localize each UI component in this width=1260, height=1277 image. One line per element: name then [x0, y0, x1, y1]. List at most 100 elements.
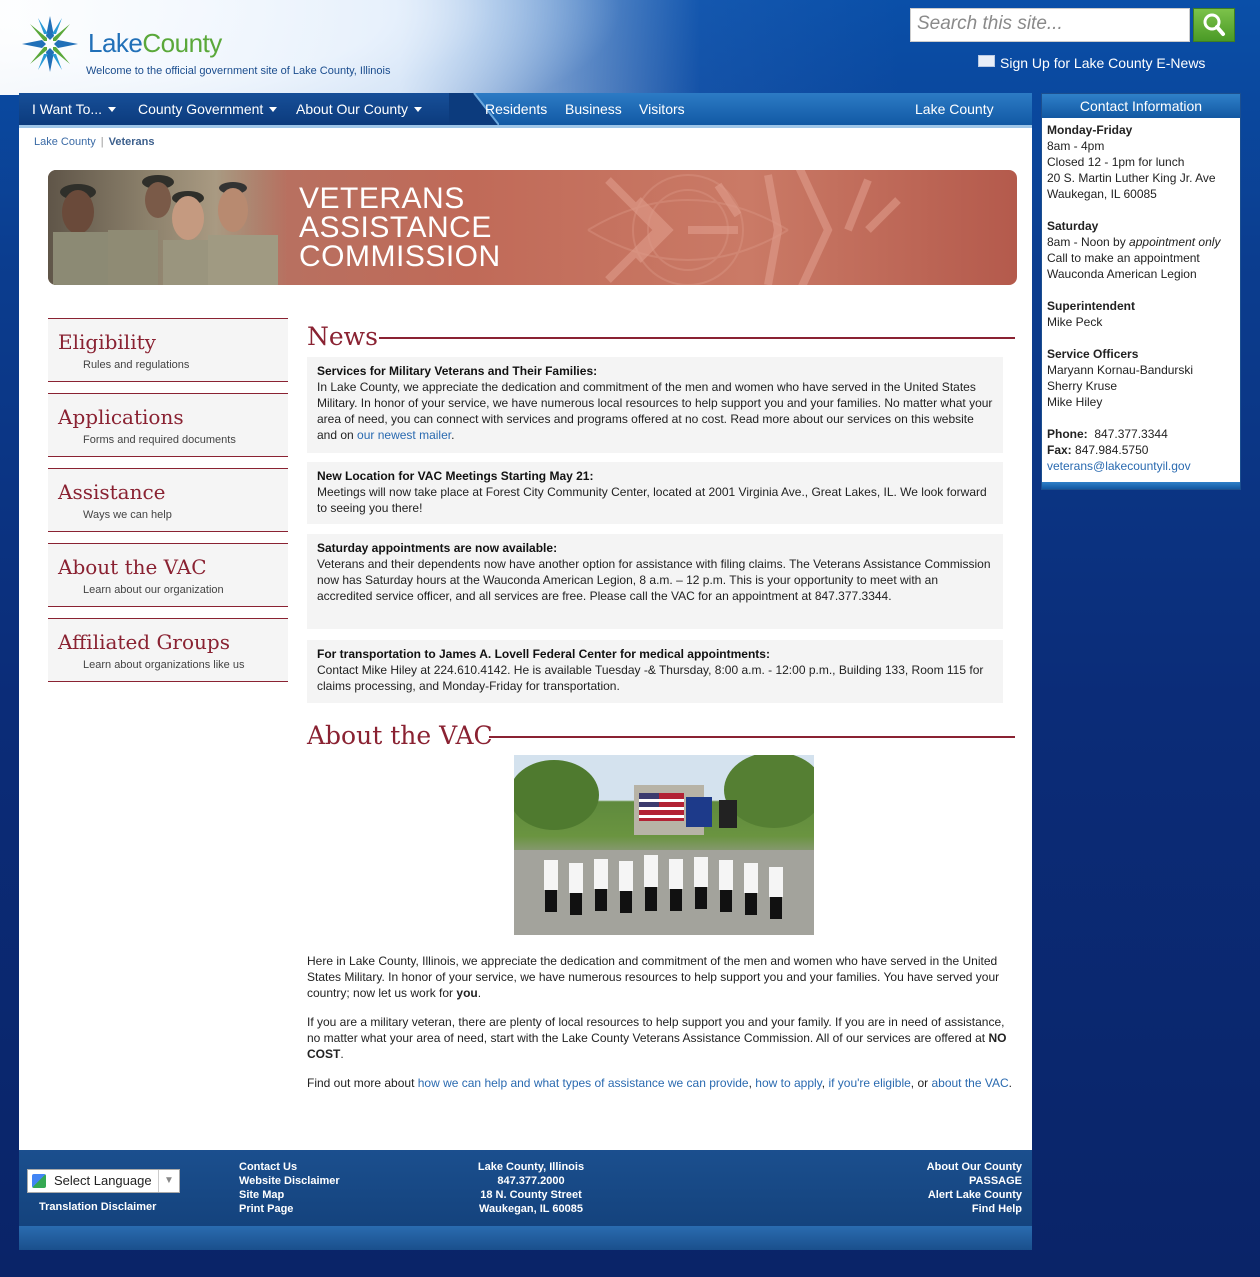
- enews-signup-link[interactable]: Sign Up for Lake County E-News: [978, 55, 1205, 71]
- language-select[interactable]: Select Language ▼: [27, 1169, 180, 1193]
- vac-banner: VETERANS ASSISTANCE COMMISSION: [48, 170, 1017, 285]
- lake-county-logo-icon[interactable]: [20, 14, 80, 74]
- main-nav: I Want To... County Government About Our…: [19, 93, 1032, 125]
- about-p2-end: .: [340, 1047, 344, 1061]
- weekday-title: Monday-Friday: [1047, 123, 1133, 137]
- about-heading: About the VAC: [307, 721, 493, 750]
- saturday-hours-emphasis: appointment only: [1129, 235, 1221, 249]
- service-officers-title: Service Officers: [1047, 347, 1139, 361]
- footer-alert-lake-county-link[interactable]: Alert Lake County: [822, 1188, 1022, 1202]
- footer-address-line: Lake County, Illinois: [477, 1161, 585, 1173]
- footer-site-map-link[interactable]: Site Map: [239, 1188, 340, 1202]
- service-officer-name: Sherry Kruse: [1047, 379, 1118, 393]
- footer-website-disclaimer-link[interactable]: Website Disclaimer: [239, 1174, 340, 1188]
- weekday-lunch: Closed 12 - 1pm for lunch: [1047, 155, 1185, 169]
- search-icon: [1203, 13, 1225, 36]
- chevron-down-icon: [269, 107, 278, 112]
- newest-mailer-link[interactable]: our newest mailer: [357, 428, 451, 442]
- how-we-can-help-link[interactable]: how we can help and what types of assist…: [418, 1076, 749, 1090]
- footer-links: Contact Us Website Disclaimer Site Map P…: [239, 1160, 340, 1216]
- menu-item-eligibility[interactable]: Eligibility Rules and regulations: [48, 318, 288, 382]
- nav-about-our-county[interactable]: About Our County: [296, 101, 423, 117]
- about-paragraph-2: If you are a military veteran, there are…: [307, 1014, 1019, 1062]
- news-item-title: Services for Military Veterans and Their…: [317, 364, 598, 378]
- menu-item-sublabel: Ways we can help: [83, 509, 172, 521]
- news-item-title: New Location for VAC Meetings Starting M…: [317, 469, 594, 483]
- news-item-body: Meetings will now take place at Forest C…: [317, 485, 987, 515]
- saturday-place: Wauconda American Legion: [1047, 267, 1197, 281]
- nav-visitors[interactable]: Visitors: [639, 101, 685, 117]
- contact-box-footer: [1042, 482, 1240, 489]
- about-p3-intro: Find out more about: [307, 1076, 418, 1090]
- footer-address-line: 18 N. County Street: [480, 1189, 582, 1201]
- service-officer-name: Maryann Kornau-Bandurski: [1047, 363, 1194, 377]
- contact-heading: Contact Information: [1042, 94, 1240, 118]
- chevron-down-icon: ▼: [158, 1170, 179, 1192]
- footer-right-links: About Our County PASSAGE Alert Lake Coun…: [822, 1160, 1022, 1216]
- about-paragraph-1: Here in Lake County, Illinois, we apprec…: [307, 953, 1019, 1001]
- nav-county-government[interactable]: County Government: [138, 101, 278, 117]
- saturday-call: Call to make an appointment: [1047, 251, 1200, 265]
- search-button[interactable]: [1193, 8, 1235, 42]
- address-line1: 20 S. Martin Luther King Jr. Ave: [1047, 171, 1216, 185]
- translation-disclaimer-link[interactable]: Translation Disclaimer: [39, 1200, 156, 1214]
- banner-title-line2: ASSISTANCE: [299, 211, 492, 244]
- chevron-down-icon: [108, 107, 117, 112]
- news-item-1: Services for Military Veterans and Their…: [307, 357, 1003, 453]
- breadcrumb-separator: |: [100, 136, 104, 148]
- saturday-hours-text: 8am - Noon by: [1047, 235, 1130, 249]
- footer-find-help-link[interactable]: Find Help: [822, 1202, 1022, 1216]
- contact-email-link[interactable]: veterans@lakecountyil.gov: [1047, 458, 1235, 474]
- site-tagline: Welcome to the official government site …: [86, 65, 391, 77]
- how-to-apply-link[interactable]: how to apply: [755, 1076, 822, 1090]
- menu-item-about-the-vac[interactable]: About the VAC Learn about our organizatio…: [48, 543, 288, 607]
- contact-information-box: Contact Information Monday-Friday 8am - …: [1041, 93, 1241, 490]
- banner-title-line3: COMMISSION: [299, 240, 501, 273]
- footer-print-page-link[interactable]: Print Page: [239, 1202, 340, 1216]
- news-heading: News: [307, 322, 378, 351]
- menu-item-sublabel: Rules and regulations: [83, 359, 190, 371]
- if-eligible-link[interactable]: if you're eligible: [828, 1076, 910, 1090]
- phone-number: 847.377.3344: [1094, 427, 1168, 441]
- news-item-4: For transportation to James A. Lovell Fe…: [307, 640, 1003, 703]
- footer-contact-us-link[interactable]: Contact Us: [239, 1160, 340, 1174]
- about-heading-rule: [489, 736, 1015, 738]
- about-p1-bold: you: [456, 986, 478, 1000]
- superintendent-name: Mike Peck: [1047, 315, 1103, 329]
- logo-text-county: County: [142, 28, 222, 58]
- news-item-body: In Lake County, we appreciate the dedica…: [317, 379, 993, 443]
- footer-passage-link[interactable]: PASSAGE: [822, 1174, 1022, 1188]
- menu-item-label: About the VAC: [58, 555, 207, 579]
- site-footer: Select Language ▼ Translation Disclaimer…: [19, 1150, 1032, 1250]
- menu-item-assistance[interactable]: Assistance Ways we can help: [48, 468, 288, 532]
- site-logo-text[interactable]: LakeCounty: [88, 28, 222, 59]
- parade-illustration-icon: [514, 755, 814, 935]
- chevron-down-icon: [414, 107, 423, 112]
- fax-line: Fax: 847.984.5750: [1047, 442, 1235, 458]
- news-item-2: New Location for VAC Meetings Starting M…: [307, 462, 1003, 524]
- nav-residents[interactable]: Residents: [485, 101, 547, 117]
- news-heading-rule: [379, 337, 1015, 339]
- nav-i-want-to[interactable]: I Want To...: [32, 101, 117, 117]
- menu-item-label: Eligibility: [58, 330, 156, 354]
- breadcrumb: Lake County | Veterans: [34, 136, 155, 148]
- news-item-title: Saturday appointments are now available:: [317, 541, 558, 555]
- about-paragraph-3: Find out more about how we can help and …: [307, 1075, 1019, 1091]
- menu-item-label: Assistance: [58, 480, 166, 504]
- phone-label: Phone:: [1047, 427, 1088, 441]
- menu-item-affiliated-groups[interactable]: Affiliated Groups Learn about organizatio…: [48, 618, 288, 682]
- menu-item-label: Affiliated Groups: [58, 630, 230, 654]
- nav-county-government-label: County Government: [138, 101, 264, 117]
- logo-text-lake: Lake: [88, 28, 143, 58]
- banner-star-graphic-icon: [587, 170, 901, 285]
- about-the-vac-link[interactable]: about the VAC: [931, 1076, 1008, 1090]
- banner-title: VETERANS ASSISTANCE COMMISSION: [299, 184, 501, 273]
- search-input[interactable]: Search this site...: [910, 8, 1190, 42]
- nav-business[interactable]: Business: [565, 101, 622, 117]
- google-icon: [32, 1174, 46, 1188]
- footer-about-our-county-link[interactable]: About Our County: [822, 1160, 1022, 1174]
- breadcrumb-home-link[interactable]: Lake County: [34, 136, 96, 148]
- menu-item-applications[interactable]: Applications Forms and required documents: [48, 393, 288, 457]
- nav-lake-county[interactable]: Lake County: [915, 101, 994, 117]
- nav-about-our-county-label: About Our County: [296, 101, 409, 117]
